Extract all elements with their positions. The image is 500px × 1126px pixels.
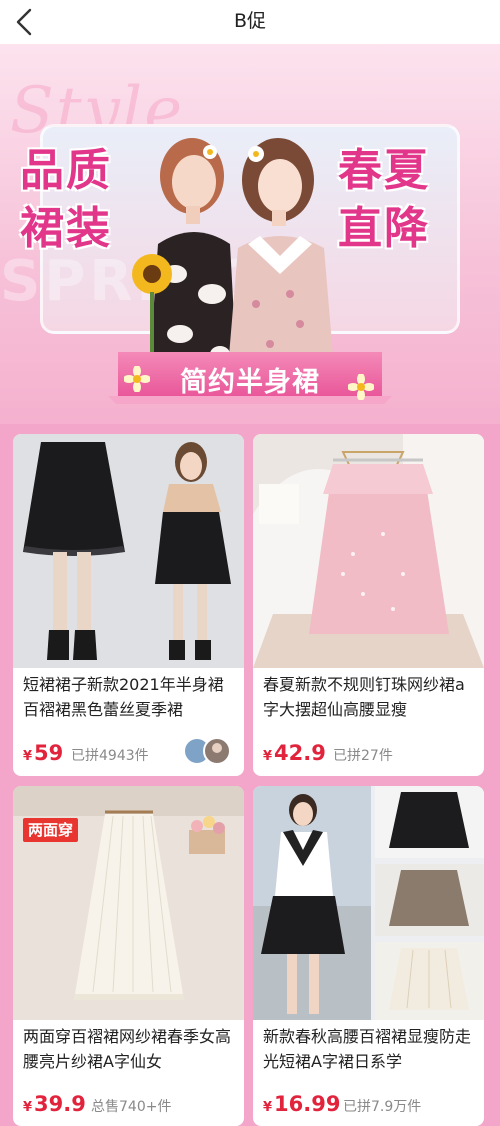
product-card[interactable]: 春夏新款不规则钉珠网纱裙a字大摆超仙高腰显瘦 ¥42.9 已拼27件 — [253, 434, 484, 776]
product-sales: 总售740+件 — [91, 1099, 172, 1115]
product-badge: 两面穿 — [23, 818, 79, 842]
product-title: 新款春秋高腰百褶裙显瘦防走光短裙A字裙日系学 — [263, 1027, 472, 1071]
product-image — [253, 434, 484, 668]
product-sales: 已拼4943件 — [71, 748, 149, 764]
product-image — [13, 434, 244, 668]
product-card[interactable]: 两面穿 两面穿百褶裙网纱裙春季女高腰亮片纱裙A字仙女 ¥39.9 总售740+件 — [13, 786, 244, 1126]
promo-banner[interactable]: Style SPRING 品质 裙装 春夏 直降 简约半身裙 — [0, 44, 500, 424]
product-title: 两面穿百褶裙网纱裙春季女高腰亮片纱裙A字仙女 — [23, 1027, 232, 1071]
banner-headline-right: 春夏 直降 — [338, 145, 430, 254]
product-price: ¥39.9 — [23, 1092, 86, 1116]
product-price: ¥59 — [23, 741, 64, 765]
product-card[interactable]: 新款春秋高腰百褶裙显瘦防走光短裙A字裙日系学 ¥16.99 已拼7.9万件 — [253, 786, 484, 1126]
product-title: 春夏新款不规则钉珠网纱裙a字大摆超仙高腰显瘦 — [263, 675, 465, 719]
banner-headline-left: 品质 裙装 — [20, 145, 112, 254]
product-price: ¥42.9 — [263, 741, 326, 765]
top-navbar: B促 — [0, 0, 500, 44]
product-sales: 已拼7.9万件 — [343, 1099, 422, 1115]
flower-icon — [124, 366, 150, 392]
buyer-avatars — [183, 737, 231, 765]
product-card[interactable]: 短裙裙子新款2021年半身裙百褶裙黑色蕾丝夏季裙 ¥59 已拼4943件 — [13, 434, 244, 776]
product-price: ¥16.99 — [263, 1092, 341, 1116]
page-title: B促 — [233, 10, 267, 32]
product-title: 短裙裙子新款2021年半身裙百褶裙黑色蕾丝夏季裙 — [23, 675, 224, 719]
product-image — [253, 786, 484, 1020]
flower-icon — [348, 374, 374, 400]
product-sales: 已拼27件 — [333, 748, 393, 764]
